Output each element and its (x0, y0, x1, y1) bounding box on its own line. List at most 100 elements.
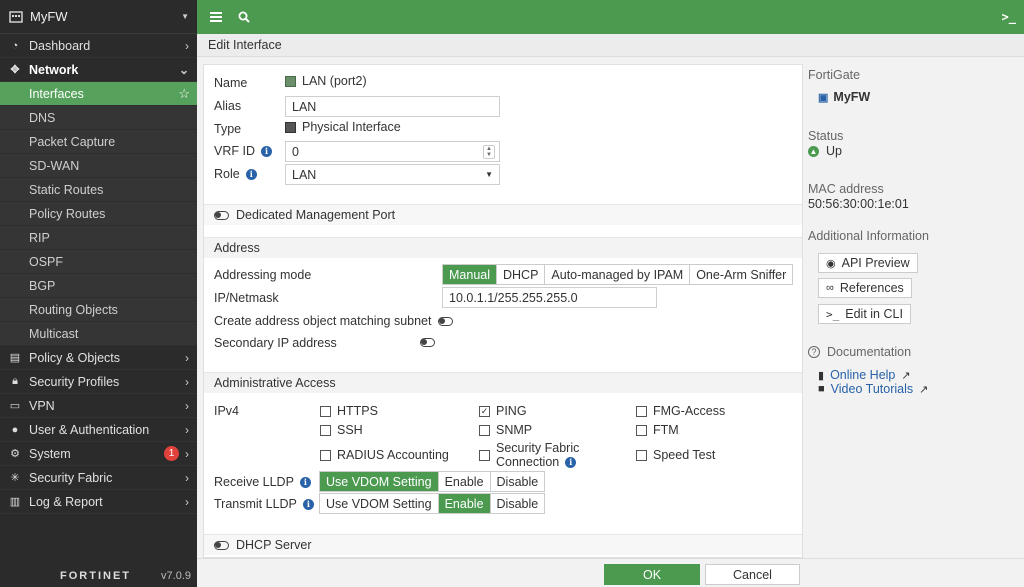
sidebar-sub-rip[interactable]: RIP (0, 226, 197, 250)
sidebar-item-network[interactable]: ✥ Network ⌄ (0, 58, 197, 82)
ipv4-label: IPv4 (214, 404, 240, 418)
sidebar-sub-static-routes[interactable]: Static Routes (0, 178, 197, 202)
checkbox-unchecked[interactable] (320, 450, 331, 461)
addr-mode-sniffer[interactable]: One-Arm Sniffer (690, 265, 793, 284)
sidebar-sub-sd-wan[interactable]: SD-WAN (0, 154, 197, 178)
info-icon[interactable]: i (245, 168, 257, 180)
receive-lldp-vdom[interactable]: Use VDOM Setting (320, 472, 439, 491)
access-https[interactable]: HTTPS (320, 404, 378, 418)
device-selector[interactable]: MyFW ▼ (0, 0, 197, 34)
checkbox-unchecked[interactable] (320, 406, 331, 417)
checkbox-unchecked[interactable] (320, 425, 331, 436)
spinner-icon[interactable]: ▲ ▼ (483, 144, 495, 159)
references-label: References (839, 281, 904, 295)
access-ftm[interactable]: FTM (636, 423, 679, 437)
sidebar-item-log-report[interactable]: ▥ Log & Report › (0, 490, 197, 514)
checkbox-unchecked[interactable] (479, 450, 490, 461)
notification-badge: 1 (164, 446, 179, 461)
edit-in-cli-button[interactable]: >_ Edit in CLI (818, 304, 911, 324)
vrf-id-value: 0 (292, 144, 299, 159)
checkbox-label: FTM (653, 423, 679, 437)
access-snmp[interactable]: SNMP (479, 423, 532, 437)
transmit-lldp-vdom[interactable]: Use VDOM Setting (320, 494, 439, 513)
sidebar-item-system[interactable]: ⚙ System 1 › (0, 442, 197, 466)
transmit-lldp-label: Transmit LLDP i (214, 497, 314, 511)
sidebar-sub-interfaces[interactable]: Interfaces ☆ (0, 82, 197, 106)
sidebar-item-label: Dashboard (29, 38, 91, 53)
checkbox-unchecked[interactable] (636, 406, 647, 417)
sidebar-item-security-profiles[interactable]: 🔒︎ Security Profiles › (0, 370, 197, 394)
ok-button[interactable]: OK (604, 564, 700, 585)
sidebar-item-vpn[interactable]: ▭ VPN › (0, 394, 197, 418)
transmit-lldp-enable[interactable]: Enable (438, 494, 491, 513)
checkbox-unchecked[interactable] (479, 425, 490, 436)
cli-icon: >_ (826, 307, 840, 321)
sidebar-sub-ospf[interactable]: OSPF (0, 250, 197, 274)
alias-input[interactable]: LAN (285, 96, 500, 117)
sidebar-sub-label: BGP (29, 278, 56, 293)
references-button[interactable]: ∞ References (818, 278, 912, 298)
fabric-icon: ✳ (10, 472, 20, 484)
role-select[interactable]: LAN ▼ (285, 164, 500, 185)
transmit-lldp-disable[interactable]: Disable (490, 494, 545, 513)
sidebar-sub-policy-routes[interactable]: Policy Routes (0, 202, 197, 226)
checkbox-label: FMG-Access (653, 404, 726, 418)
sidebar-sub-routing-objects[interactable]: Routing Objects (0, 298, 197, 322)
online-help-label: Online Help (830, 368, 896, 382)
access-radius[interactable]: RADIUS Accounting (320, 448, 449, 462)
addr-mode-manual[interactable]: Manual (443, 265, 497, 284)
version-label: v7.0.9 (161, 570, 191, 582)
name-value-text: LAN (port2) (302, 74, 367, 88)
checkbox-unchecked[interactable] (636, 450, 647, 461)
menu-icon[interactable] (205, 6, 227, 28)
status-text: Up (826, 144, 842, 158)
info-icon[interactable]: i (302, 498, 314, 510)
info-icon[interactable]: i (299, 476, 311, 488)
info-icon[interactable]: i (565, 456, 577, 468)
access-fmg[interactable]: FMG-Access (636, 404, 725, 418)
sidebar-item-dashboard[interactable]: ◔ Dashboard › (0, 34, 197, 58)
cancel-button[interactable]: Cancel (705, 564, 800, 585)
secondary-ip-toggle[interactable] (420, 338, 435, 347)
create-address-label: Create address object matching subnet (214, 314, 432, 328)
user-icon: ● (11, 423, 19, 436)
access-speed-test[interactable]: Speed Test (636, 448, 715, 462)
book-icon: ▮ (818, 369, 825, 382)
device-name: MyFW (30, 9, 68, 24)
sidebar-item-policy-objects[interactable]: ▤ Policy & Objects › (0, 346, 197, 370)
sidebar-item-security-fabric[interactable]: ✳ Security Fabric › (0, 466, 197, 490)
api-preview-button[interactable]: ◉ API Preview (818, 253, 918, 273)
role-select-value: LAN (292, 167, 317, 182)
ip-netmask-input[interactable]: 10.0.1.1/255.255.255.0 (442, 287, 657, 308)
addr-mode-dhcp[interactable]: DHCP (497, 265, 546, 284)
access-security-fabric[interactable]: Security Fabric Connection i (479, 441, 579, 469)
video-tutorials-link[interactable]: ■ Video Tutorials ↗ (818, 382, 928, 396)
receive-lldp-enable[interactable]: Enable (438, 472, 491, 491)
access-ssh[interactable]: SSH (320, 423, 363, 437)
checkbox-checked-icon[interactable]: ✓ (479, 406, 490, 417)
checkbox-label: SNMP (496, 423, 533, 437)
sidebar-sub-multicast[interactable]: Multicast (0, 322, 197, 346)
dedicated-mgmt-toggle[interactable] (214, 210, 229, 220)
online-help-link[interactable]: ▮ Online Help ↗ (818, 368, 911, 382)
chevron-right-icon: › (185, 470, 189, 485)
info-icon[interactable]: i (260, 145, 272, 157)
star-icon[interactable]: ☆ (178, 86, 190, 102)
addr-mode-ipam[interactable]: Auto-managed by IPAM (545, 265, 691, 284)
sidebar-sub-dns[interactable]: DNS (0, 106, 197, 130)
sidebar-sub-packet-capture[interactable]: Packet Capture (0, 130, 197, 154)
access-ping[interactable]: ✓ PING (479, 404, 527, 418)
sidebar-item-user-auth[interactable]: ● User & Authentication › (0, 418, 197, 442)
receive-lldp-disable[interactable]: Disable (490, 472, 545, 491)
chevron-right-icon: › (185, 446, 189, 461)
search-icon[interactable] (233, 6, 255, 28)
sidebar-sub-bgp[interactable]: BGP (0, 274, 197, 298)
create-address-toggle[interactable] (437, 316, 453, 326)
api-preview-label: API Preview (841, 256, 910, 270)
dhcp-server-toggle[interactable] (214, 540, 229, 550)
sidebar-item-label: System (29, 446, 71, 461)
ip-netmask-label: IP/Netmask (214, 291, 279, 305)
vrf-id-input[interactable]: 0 ▲ ▼ (285, 141, 500, 162)
checkbox-unchecked[interactable] (636, 425, 647, 436)
cli-console-icon[interactable]: >_ (1002, 10, 1016, 24)
